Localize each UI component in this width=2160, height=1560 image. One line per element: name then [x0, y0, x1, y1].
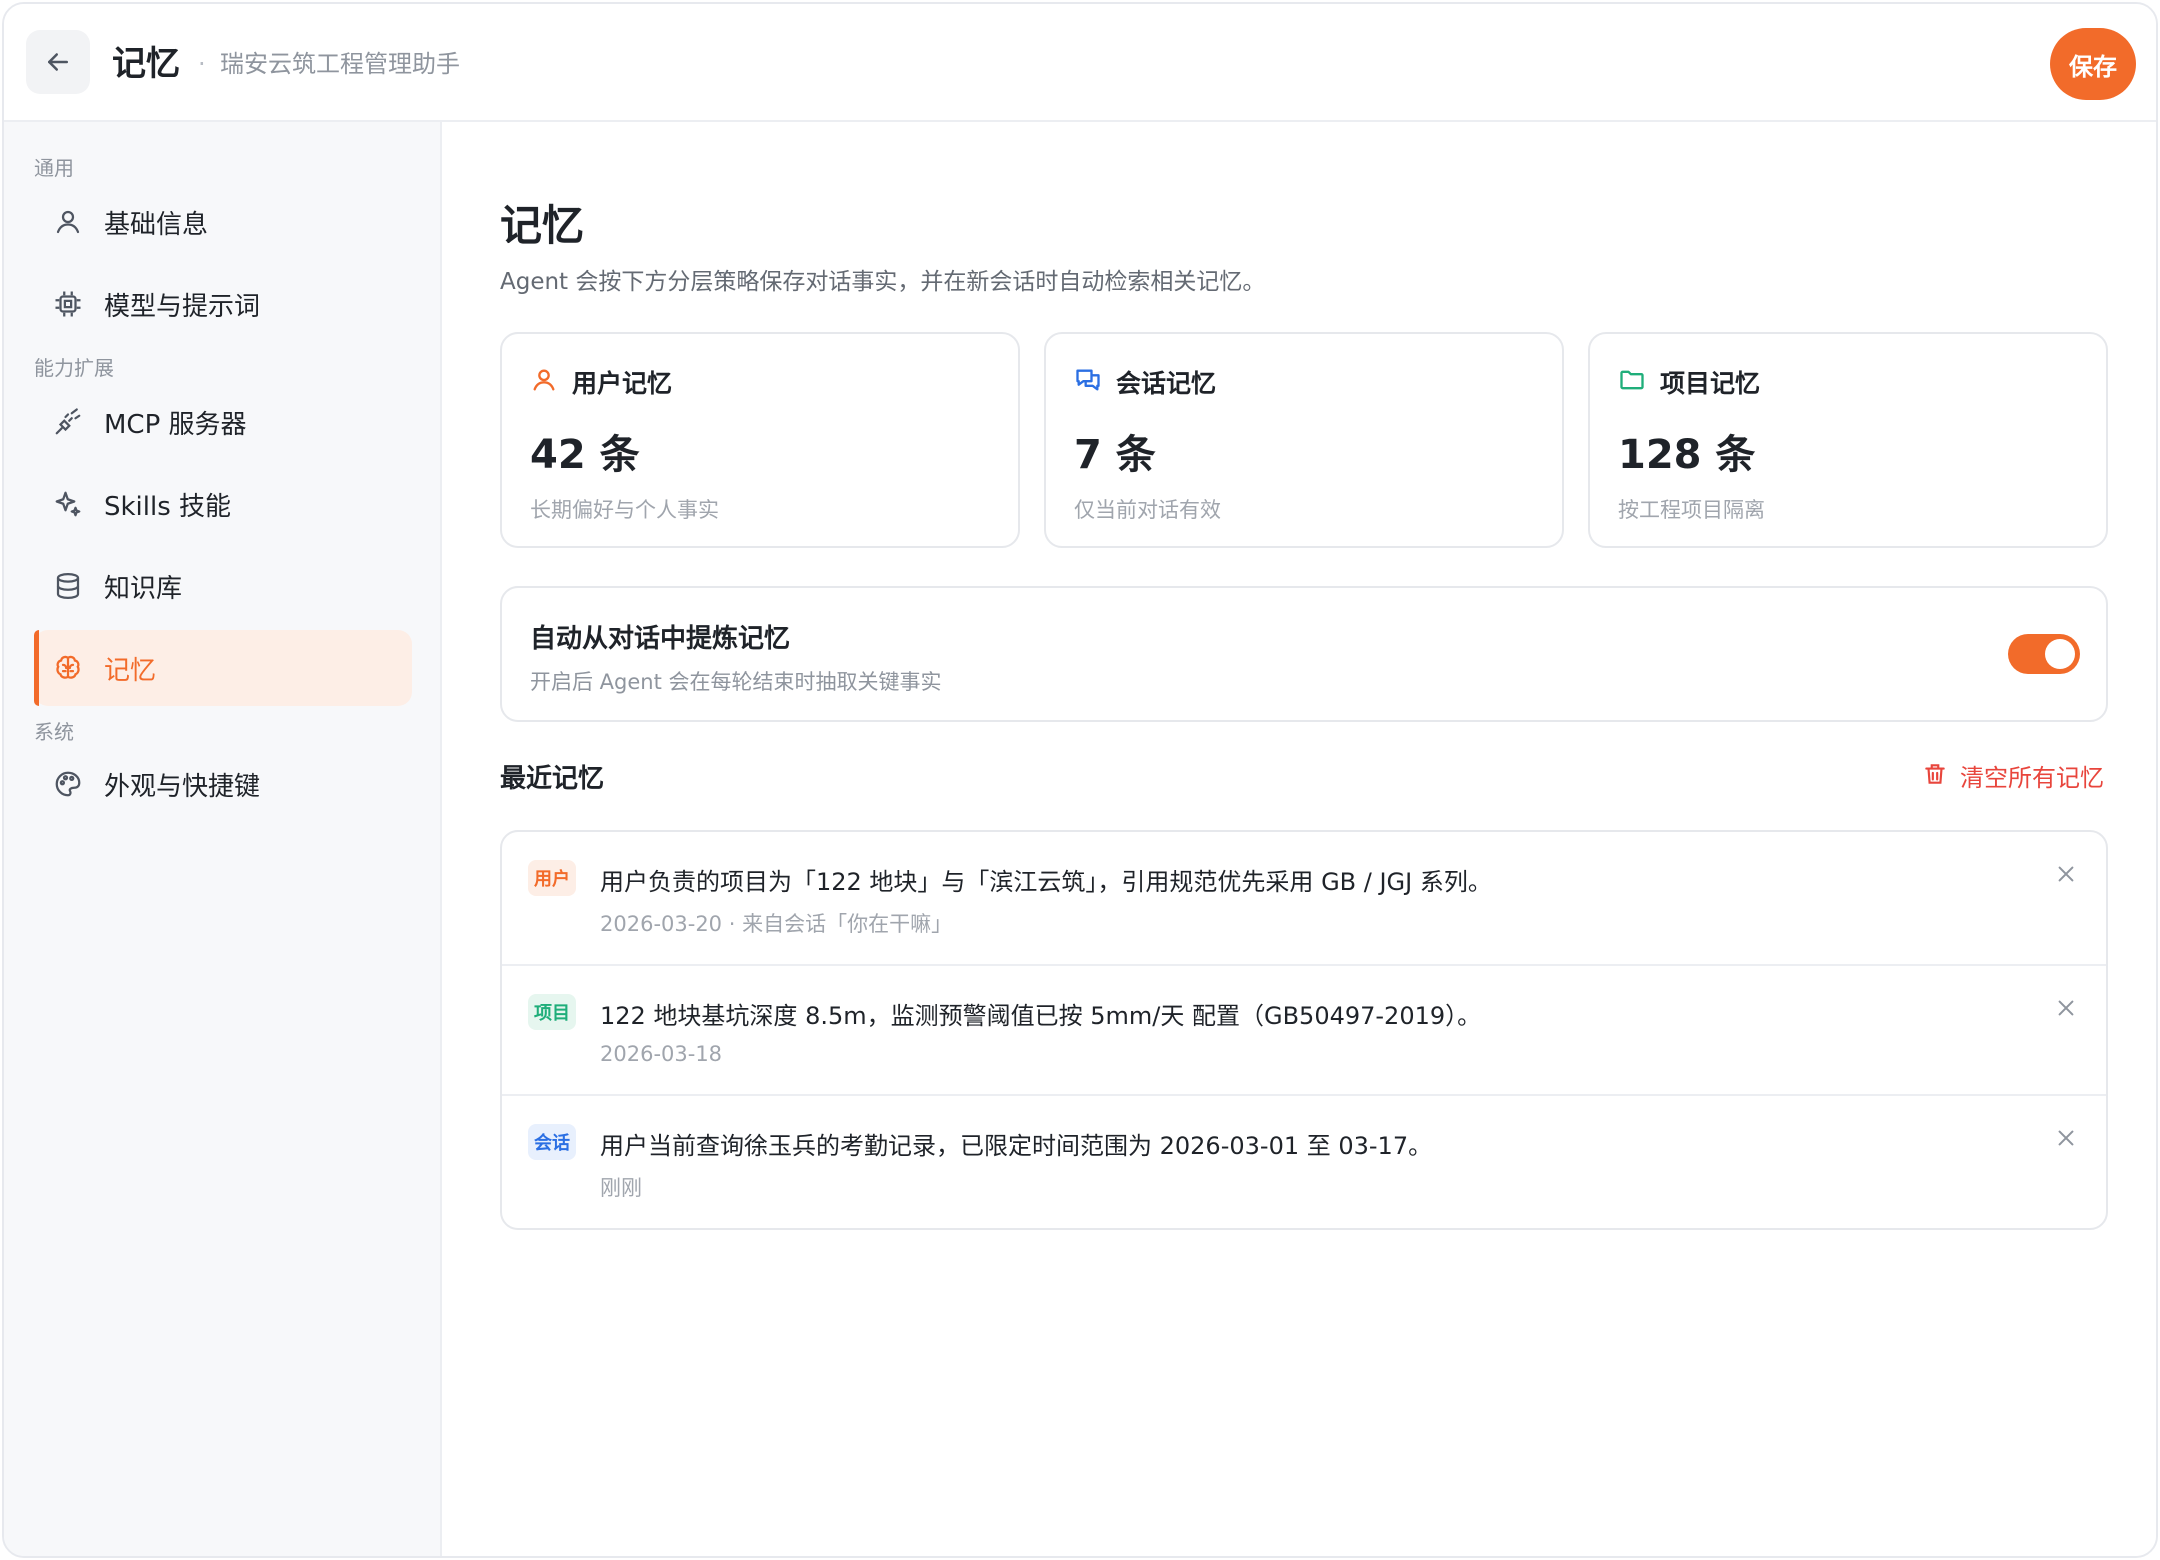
sidebar-item-label: 模型与提示词	[104, 291, 261, 322]
recent-memories-list: 用户 用户负责的项目为「122 地块」与「滨江云筑」，引用规范优先采用 GB /…	[500, 830, 2108, 1230]
stat-card-session-memory: 会话记忆 7 条 仅当前对话有效	[1044, 332, 1564, 548]
sidebar-item-label: 外观与快捷键	[104, 771, 261, 802]
clear-all-label: 清空所有记忆	[1960, 764, 2104, 792]
user-icon	[50, 204, 86, 240]
close-icon	[2058, 1130, 2074, 1146]
auto-extract-card: 自动从对话中提炼记忆 开启后 Agent 会在每轮结束时抽取关键事实	[500, 586, 2108, 722]
back-button[interactable]	[26, 30, 90, 94]
header-separator: ·	[198, 50, 206, 78]
chip-icon	[50, 286, 86, 322]
sidebar-section-general: 通用	[34, 156, 74, 180]
memory-item: 会话 用户当前查询徐玉兵的考勤记录，已限定时间范围为 2026-03-01 至 …	[502, 1096, 2106, 1228]
close-icon	[2058, 866, 2074, 882]
save-button[interactable]: 保存	[2050, 28, 2136, 100]
sidebar-item-basic-info[interactable]: 基础信息	[34, 184, 412, 260]
memory-text: 122 地块基坑深度 8.5m，监测预警阈值已按 5mm/天 配置（GB5049…	[600, 1002, 1482, 1030]
header-subtitle: 瑞安云筑工程管理助手	[220, 50, 460, 78]
sidebar-item-appearance-shortcuts[interactable]: 外观与快捷键	[34, 746, 412, 822]
user-icon	[530, 366, 560, 396]
stat-value: 128 条	[1618, 432, 1756, 478]
header: 记忆 · 瑞安云筑工程管理助手 保存	[4, 4, 2156, 122]
sidebar-section-extensions: 能力扩展	[34, 356, 114, 380]
plug-icon	[50, 404, 86, 440]
auto-extract-description: 开启后 Agent 会在每轮结束时抽取关键事实	[530, 670, 942, 694]
sidebar-item-skills[interactable]: Skills 技能	[34, 466, 412, 542]
page-title: 记忆	[500, 201, 585, 250]
stat-label: 会话记忆	[1116, 369, 1217, 398]
auto-extract-toggle[interactable]	[2008, 634, 2080, 674]
sidebar-item-model-prompt[interactable]: 模型与提示词	[34, 266, 412, 342]
clear-all-memories-button[interactable]: 清空所有记忆	[1922, 758, 2104, 793]
close-icon	[2058, 1000, 2074, 1016]
toggle-knob	[2045, 639, 2075, 669]
sidebar-item-knowledge-base[interactable]: 知识库	[34, 548, 412, 624]
stat-label: 用户记忆	[572, 369, 673, 398]
delete-memory-button[interactable]	[2052, 994, 2080, 1022]
memory-text: 用户当前查询徐玉兵的考勤记录，已限定时间范围为 2026-03-01 至 03-…	[600, 1132, 1433, 1160]
sidebar-item-label: MCP 服务器	[104, 409, 247, 440]
memory-text: 用户负责的项目为「122 地块」与「滨江云筑」，引用规范优先采用 GB / JG…	[600, 868, 1492, 896]
stat-card-project-memory: 项目记忆 128 条 按工程项目隔离	[1588, 332, 2108, 548]
delete-memory-button[interactable]	[2052, 860, 2080, 888]
header-title: 记忆	[112, 44, 180, 84]
memory-meta: 2026-03-20 · 来自会话「你在干嘛」	[600, 912, 953, 936]
sidebar-item-label: 知识库	[104, 573, 183, 604]
stat-note: 仅当前对话有效	[1074, 498, 1221, 522]
app-window: 记忆 · 瑞安云筑工程管理助手 保存 通用 基础信息 模型与提示词 能力扩展 M…	[2, 2, 2158, 1558]
memory-tag-user: 用户	[528, 860, 576, 896]
stat-label: 项目记忆	[1660, 369, 1761, 398]
sidebar-item-label: Skills 技能	[104, 491, 232, 522]
palette-icon	[50, 766, 86, 802]
sidebar-section-system: 系统	[34, 720, 74, 744]
memory-item: 项目 122 地块基坑深度 8.5m，监测预警阈值已按 5mm/天 配置（GB5…	[502, 966, 2106, 1096]
recent-memories-title: 最近记忆	[500, 764, 605, 794]
database-icon	[50, 568, 86, 604]
memory-item: 用户 用户负责的项目为「122 地块」与「滨江云筑」，引用规范优先采用 GB /…	[502, 832, 2106, 966]
sidebar-item-memory[interactable]: 记忆	[34, 630, 412, 706]
trash-icon	[1922, 761, 1948, 791]
memory-tag-project: 项目	[528, 994, 576, 1030]
auto-extract-title: 自动从对话中提炼记忆	[530, 624, 791, 654]
page-description: Agent 会按下方分层策略保存对话事实，并在新会话时自动检索相关记忆。	[500, 269, 1266, 295]
arrow-left-icon	[48, 53, 68, 71]
folder-icon	[1618, 366, 1648, 396]
delete-memory-button[interactable]	[2052, 1124, 2080, 1152]
brain-icon	[50, 650, 86, 686]
stat-card-user-memory: 用户记忆 42 条 长期偏好与个人事实	[500, 332, 1020, 548]
stat-note: 长期偏好与个人事实	[530, 498, 719, 522]
sidebar: 通用 基础信息 模型与提示词 能力扩展 MCP 服务器 Skills 技能 知识…	[4, 122, 442, 1556]
sparkles-icon	[50, 486, 86, 522]
memory-tag-session: 会话	[528, 1124, 576, 1160]
memory-meta: 2026-03-18	[600, 1042, 723, 1066]
memory-meta: 刚刚	[600, 1176, 642, 1200]
stat-value: 7 条	[1074, 432, 1156, 478]
sidebar-item-mcp-servers[interactable]: MCP 服务器	[34, 384, 412, 460]
chat-icon	[1074, 366, 1104, 396]
sidebar-item-label: 基础信息	[104, 209, 209, 240]
stat-note: 按工程项目隔离	[1618, 498, 1765, 522]
main-content: 记忆 Agent 会按下方分层策略保存对话事实，并在新会话时自动检索相关记忆。 …	[444, 122, 2156, 1556]
stat-value: 42 条	[530, 432, 640, 478]
sidebar-item-label: 记忆	[104, 655, 157, 686]
